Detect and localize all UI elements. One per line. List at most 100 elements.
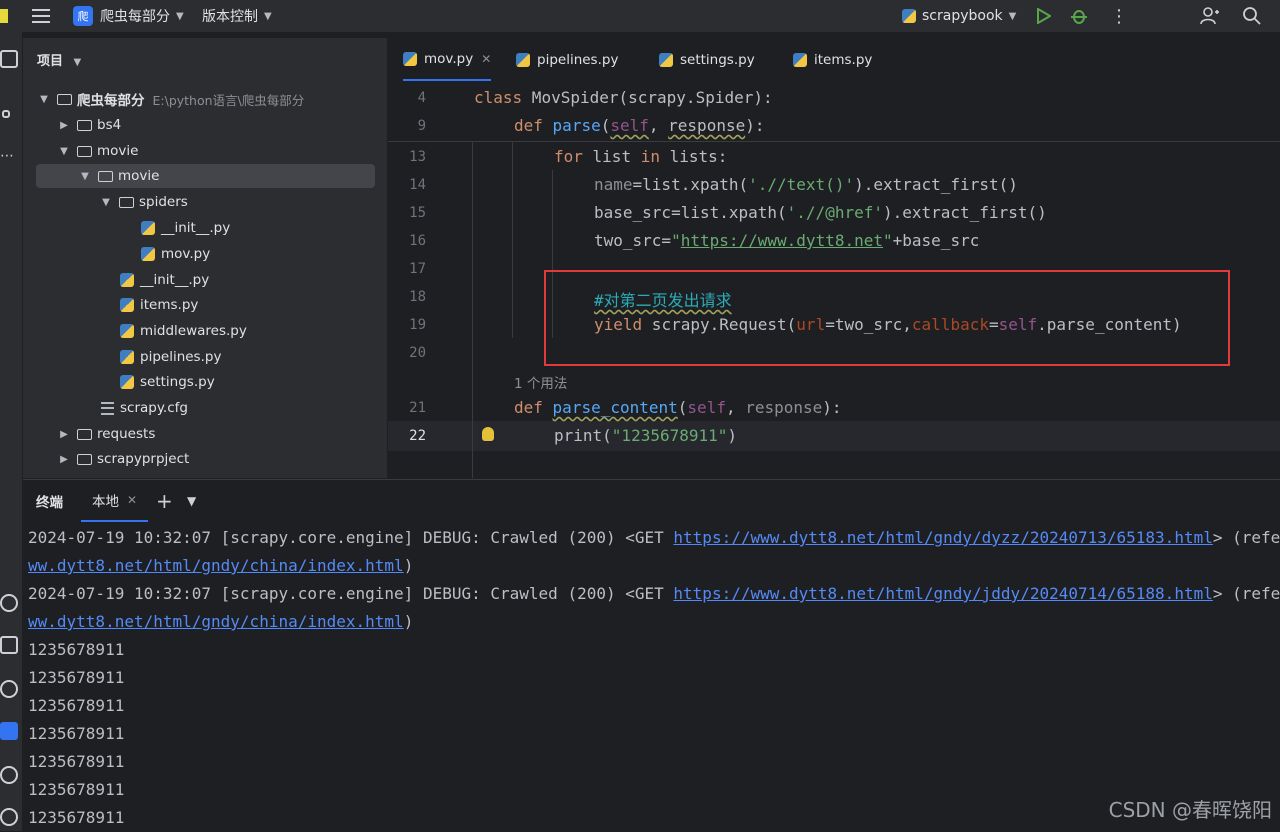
tree-item-label: scrapy.cfg [120, 400, 188, 416]
line-number: 17 [409, 261, 426, 277]
chevron-right-icon: ▶ [60, 119, 68, 131]
python-file-icon [659, 52, 673, 67]
title-bar: 爬 爬虫每部分 ▼ 版本控制 ▼ scrapybook ▼ ⋮ [0, 0, 1280, 32]
line-number: 20 [409, 345, 426, 361]
lightbulb-icon[interactable] [482, 427, 494, 441]
commit-tool-icon[interactable] [2, 110, 10, 118]
tree-item-label: middlewares.py [140, 323, 247, 339]
log-line: 2024-07-19 10:32:07 [scrapy.core.engine]… [28, 528, 1280, 547]
search-icon[interactable] [1243, 0, 1261, 32]
tree-item-movie-package[interactable]: ▼ movie [36, 164, 375, 188]
tree-item-file[interactable]: scrapy.cfg [101, 396, 188, 420]
log-link[interactable]: ww.dytt8.net/html/gndy/china/index.html [28, 556, 404, 575]
tree-item-label: requests [97, 426, 156, 442]
tree-item-label: scrapyprpject [97, 451, 190, 467]
project-panel: 项目 ▼ ▼ 爬虫每部分 E:\python语言\爬虫每部分 ▶ bs4 ▼ m… [23, 38, 407, 478]
project-tool-icon[interactable] [0, 50, 18, 68]
watermark: CSDN @春晖饶阳 [1108, 798, 1272, 822]
more-actions-icon[interactable]: ⋮ [1110, 0, 1128, 32]
tree-item-file[interactable]: settings.py [120, 370, 215, 394]
chevron-down-icon: ▼ [102, 196, 110, 208]
main-menu-icon[interactable] [32, 0, 50, 32]
tab-pipelines-py[interactable]: pipelines.py [516, 38, 618, 81]
tree-item-scrapyprpject[interactable]: ▶ scrapyprpject [57, 447, 189, 471]
terminal-tool-icon[interactable] [0, 722, 18, 740]
tab-mov-py[interactable]: mov.py ✕ [403, 38, 492, 81]
tree-item-spiders[interactable]: ▼ spiders [99, 190, 188, 214]
line-number: 14 [409, 177, 426, 193]
debug-button[interactable] [1070, 0, 1088, 32]
run-config-selector[interactable]: scrapybook ▼ [902, 0, 1016, 32]
run-button[interactable] [1035, 0, 1051, 32]
tree-item-requests[interactable]: ▶ requests [57, 422, 155, 446]
line-number: 21 [409, 400, 426, 416]
git-icon[interactable] [0, 808, 18, 826]
vcs-label: 版本控制 [202, 9, 258, 25]
line-number: 16 [409, 233, 426, 249]
tab-label: 本地 [92, 494, 119, 510]
close-icon[interactable]: ✕ [481, 52, 491, 66]
services-icon[interactable] [0, 680, 18, 698]
project-name: 爬虫每部分 [100, 9, 170, 25]
layers-icon[interactable] [0, 636, 18, 654]
problems-icon[interactable] [0, 766, 18, 784]
code-line: base_src=list.xpath('.//@href').extract_… [594, 203, 1047, 222]
tab-label: pipelines.py [537, 51, 619, 68]
code-line: def parse(self, response): [514, 116, 765, 135]
line-number: 15 [409, 205, 426, 221]
folder-icon [77, 119, 92, 131]
log-link[interactable]: ww.dytt8.net/html/gndy/china/index.html [28, 612, 404, 631]
tree-item-label: pipelines.py [140, 349, 222, 365]
code-editor[interactable]: mov.py ✕ pipelines.py settings.py items.… [388, 38, 1280, 478]
line-number: 13 [409, 149, 426, 165]
vcs-menu[interactable]: 版本控制 ▼ [202, 0, 272, 32]
tree-item-movie[interactable]: ▼ movie [57, 139, 138, 163]
tree-item-file[interactable]: __init__.py [120, 268, 209, 292]
more-tools-icon[interactable]: ⋯ [0, 148, 14, 164]
output-line: 1235678911 [28, 640, 125, 659]
tree-item-file[interactable]: items.py [120, 293, 198, 317]
python-file-icon [120, 375, 134, 389]
log-link[interactable]: https://www.dytt8.net/html/gndy/dyzz/202… [673, 528, 1212, 547]
project-switcher[interactable]: 爬 爬虫每部分 ▼ [73, 0, 184, 32]
output-line: 1235678911 [28, 724, 125, 743]
new-tab-icon[interactable]: + [156, 480, 173, 522]
tree-item-file[interactable]: mov.py [141, 242, 210, 266]
tab-items-py[interactable]: items.py [793, 38, 872, 81]
python-file-icon [120, 298, 134, 312]
project-badge: 爬 [73, 6, 93, 26]
tree-root[interactable]: ▼ 爬虫每部分 E:\python语言\爬虫每部分 [37, 87, 304, 111]
tree-item-label: 爬虫每部分 [77, 93, 145, 109]
code-line: for list in lists: [554, 147, 728, 166]
tree-item-file[interactable]: __init__.py [141, 216, 230, 240]
editor-tabs: mov.py ✕ pipelines.py settings.py items.… [388, 38, 1280, 82]
chevron-down-icon: ▼ [73, 57, 82, 68]
code-line: class MovSpider(scrapy.Spider): [474, 88, 773, 107]
log-link[interactable]: https://www.dytt8.net/html/gndy/jddy/202… [673, 584, 1212, 603]
close-icon[interactable]: ✕ [127, 493, 137, 507]
chevron-down-icon: ▼ [60, 145, 68, 157]
tree-item-file[interactable]: middlewares.py [120, 319, 247, 343]
python-packages-icon[interactable] [0, 594, 18, 612]
folder-icon [77, 453, 92, 465]
indent-guide [472, 142, 473, 478]
tab-label: settings.py [680, 51, 755, 68]
add-user-icon[interactable] [1200, 0, 1220, 32]
app-logo-icon [0, 0, 10, 32]
project-panel-header[interactable]: 项目 ▼ [37, 50, 81, 69]
python-file-icon [516, 52, 530, 67]
output-line: 1235678911 [28, 668, 125, 687]
log-line: ww.dytt8.net/html/gndy/china/index.html) [28, 556, 414, 575]
usage-hint[interactable]: 1 个用法 [514, 372, 567, 392]
tab-local[interactable]: 本地 ✕ [81, 480, 149, 522]
terminal-header: 终端 本地 ✕ + ▼ [23, 480, 1280, 522]
tree-item-label: movie [97, 143, 139, 159]
chevron-down-icon[interactable]: ▼ [187, 480, 196, 522]
chevron-down-icon: ▼ [264, 10, 272, 22]
bug-icon [1071, 10, 1087, 24]
tab-settings-py[interactable]: settings.py [659, 38, 755, 81]
folder-icon [57, 93, 72, 105]
tree-item-file[interactable]: pipelines.py [120, 345, 221, 369]
tree-item-bs4[interactable]: ▶ bs4 [57, 113, 121, 137]
annotation-highlight-box [544, 270, 1230, 366]
